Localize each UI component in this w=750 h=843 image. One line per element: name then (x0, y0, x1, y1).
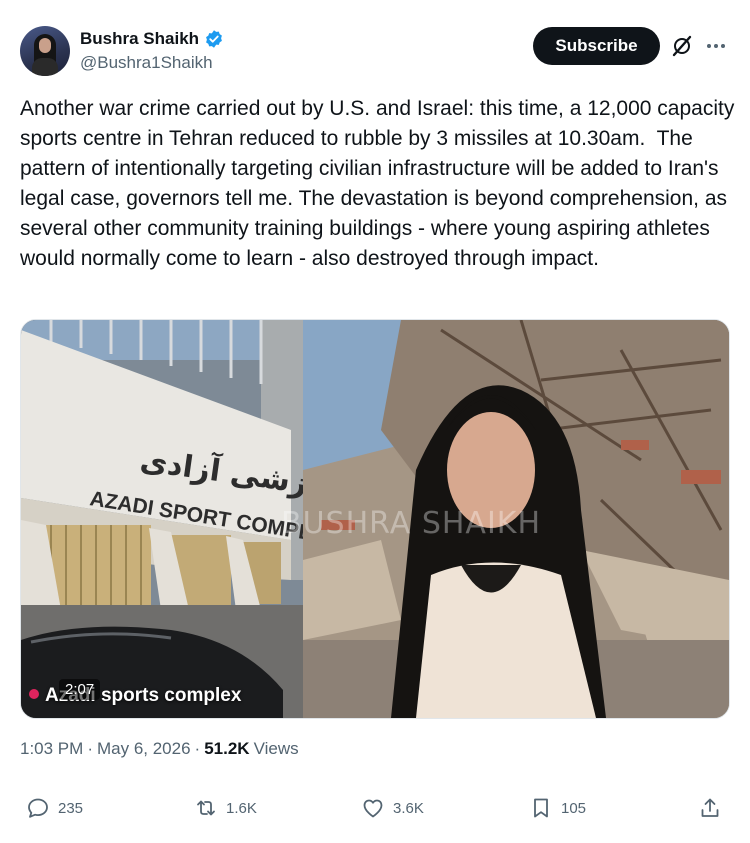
tweet-date[interactable]: May 6, 2026 (97, 739, 191, 759)
views-count: 51.2K (204, 739, 250, 758)
action-bar: 235 1.6K 3.6K 105 (0, 796, 750, 832)
avatar-body (32, 58, 58, 76)
bookmark-count: 105 (561, 799, 587, 817)
like-count: 3.6K (393, 799, 424, 817)
share-button[interactable] (698, 796, 722, 820)
author-display-name[interactable]: Bushra Shaikh (80, 29, 199, 49)
bookmark-icon (534, 798, 548, 818)
author-handle[interactable]: @Bushra1Shaikh (80, 53, 213, 73)
meta-separator: · (194, 739, 201, 758)
reply-button[interactable]: 235 (26, 796, 83, 820)
reply-count: 235 (58, 799, 84, 817)
like-button[interactable]: 3.6K (361, 796, 424, 820)
repost-count: 1.6K (226, 799, 257, 817)
video-watermark: BUSHRA SHAIKH (281, 506, 542, 541)
tweet-meta: 1:03 PM · May 6, 2026 · 51.2K Views (20, 739, 299, 759)
bookmark-button[interactable]: 105 (529, 796, 586, 820)
tweet-time[interactable]: 1:03 PM (20, 739, 83, 759)
repost-icon (197, 800, 215, 816)
repost-button[interactable]: 1.6K (194, 796, 257, 820)
tweet-text: Another war crime carried out by U.S. an… (20, 97, 741, 270)
subscribe-button[interactable]: Subscribe (533, 27, 660, 65)
verified-badge-icon (206, 30, 222, 48)
more-icon[interactable] (704, 34, 728, 58)
video-duration-badge: 2:07 (59, 679, 101, 700)
share-icon (701, 798, 719, 817)
reply-icon (28, 798, 48, 818)
meta-separator: · (87, 739, 93, 758)
video-media[interactable]: مجموعه ورزشی آزادی AZADI SPORT COMPLEX B… (20, 319, 730, 719)
author-name-row: Bushra Shaikh (80, 29, 224, 49)
avatar[interactable] (20, 26, 70, 76)
views-label: Views (253, 739, 299, 758)
grok-icon[interactable] (670, 34, 694, 58)
location-pin-icon (29, 689, 39, 699)
avatar-face (39, 38, 51, 53)
heart-icon (363, 799, 383, 818)
